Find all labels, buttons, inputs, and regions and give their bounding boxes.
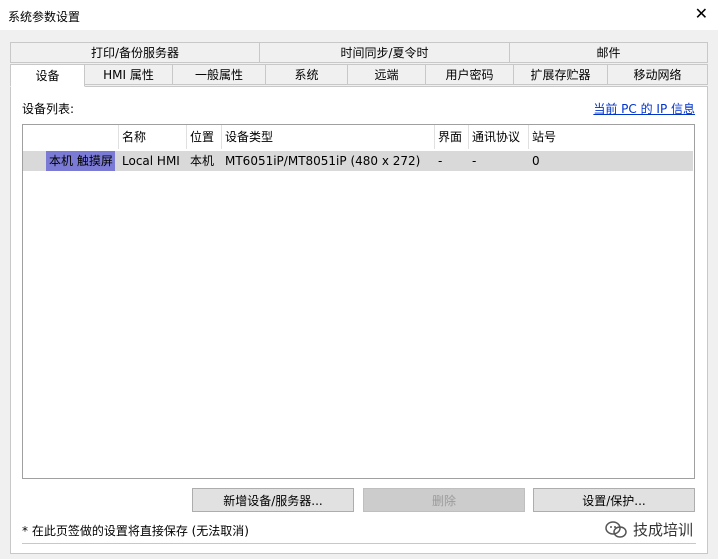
tab-mail[interactable]: 邮件: [510, 42, 708, 63]
close-icon[interactable]: ✕: [695, 4, 708, 24]
watermark: 技成培训: [605, 519, 693, 540]
settings-protect-button[interactable]: 设置/保护...: [533, 488, 695, 512]
tab-hmi-properties[interactable]: HMI 属性: [85, 64, 173, 85]
column-header-device-type[interactable]: 设备类型: [222, 125, 435, 149]
title-bar: 系统参数设置 ✕: [0, 0, 718, 30]
column-header-interface[interactable]: 界面: [435, 125, 469, 149]
delete-button[interactable]: 删除: [363, 488, 525, 512]
table-header: 名称 位置 设备类型 界面 通讯协议 站号: [23, 125, 694, 149]
row-cell-location: 本机: [190, 154, 215, 168]
tab-time-sync[interactable]: 时间同步/夏令时: [260, 42, 510, 63]
device-list[interactable]: 名称 位置 设备类型 界面 通讯协议 站号 本机 触摸屏 Local HMI 本…: [22, 124, 695, 479]
save-note: * 在此页签做的设置将直接保存 (无法取消): [22, 524, 249, 538]
ip-info-link[interactable]: 当前 PC 的 IP 信息: [593, 100, 695, 117]
device-panel: 设备列表: 当前 PC 的 IP 信息 名称 位置 设备类型 界面 通讯协议 站…: [10, 86, 708, 554]
column-header-name[interactable]: 名称: [119, 125, 187, 149]
column-header-location[interactable]: 位置: [187, 125, 222, 149]
tab-remote[interactable]: 远端: [348, 64, 426, 85]
tab-system[interactable]: 系统: [266, 64, 348, 85]
row-cell-interface: -: [438, 154, 443, 168]
local-hmi-icon-label: 本机 触摸屏: [46, 151, 115, 171]
tab-general-properties[interactable]: 一般属性: [173, 64, 266, 85]
row-cell-protocol: -: [472, 154, 477, 168]
table-row[interactable]: 本机 触摸屏 Local HMI 本机 MT6051iP/MT8051iP (4…: [23, 151, 693, 171]
window-title: 系统参数设置: [8, 10, 81, 24]
row-cell-device-type: MT6051iP/MT8051iP (480 x 272): [225, 154, 421, 168]
tab-user-password[interactable]: 用户密码: [426, 64, 514, 85]
watermark-text: 技成培训: [632, 521, 693, 539]
wechat-icon: [605, 520, 627, 538]
tab-extended-memory[interactable]: 扩展存贮器: [514, 64, 608, 85]
column-header-station[interactable]: 站号: [529, 125, 693, 149]
device-list-label: 设备列表:: [22, 102, 75, 116]
row-cell-station: 0: [532, 154, 540, 168]
tab-row-top: 打印/备份服务器 时间同步/夏令时 邮件: [10, 42, 708, 63]
tab-row-bottom: 设备 HMI 属性 一般属性 系统 远端 用户密码 扩展存贮器 移动网络: [10, 64, 708, 87]
column-header-icon[interactable]: [23, 125, 119, 149]
tab-print-backup[interactable]: 打印/备份服务器: [10, 42, 260, 63]
row-cell-name: Local HMI: [122, 154, 180, 168]
add-device-button[interactable]: 新增设备/服务器...: [192, 488, 354, 512]
tab-mobile-network[interactable]: 移动网络: [608, 64, 708, 85]
divider: [22, 543, 696, 544]
tab-device[interactable]: 设备: [10, 64, 85, 87]
column-header-protocol[interactable]: 通讯协议: [469, 125, 529, 149]
row-cell-icon: 本机 触摸屏: [43, 151, 119, 171]
